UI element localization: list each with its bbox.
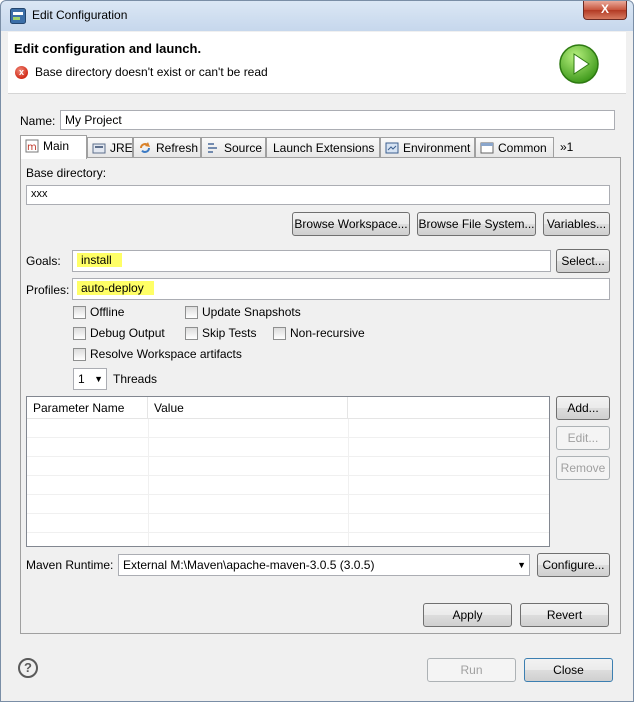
- svg-text:m: m: [27, 142, 37, 153]
- environment-icon: [385, 142, 399, 154]
- browse-file-system-button[interactable]: Browse File System...: [417, 212, 536, 236]
- apply-button[interactable]: Apply: [423, 603, 512, 627]
- tab-main-label: Main: [43, 139, 70, 153]
- tab-refresh-label: Refresh: [156, 141, 199, 155]
- debug-output-label: Debug Output: [90, 326, 165, 340]
- resolve-workspace-label: Resolve Workspace artifacts: [90, 347, 242, 361]
- tab-launch-extensions[interactable]: Launch Extensions: [266, 137, 380, 158]
- profiles-field[interactable]: auto-deploy: [72, 278, 610, 300]
- variables-button[interactable]: Variables...: [543, 212, 610, 236]
- remove-parameter-button[interactable]: Remove: [556, 456, 610, 480]
- goals-field[interactable]: install: [72, 250, 551, 272]
- threads-select[interactable]: 1 ▼: [73, 368, 107, 390]
- tab-main[interactable]: m Main: [20, 135, 87, 159]
- tab-refresh[interactable]: Refresh: [133, 137, 201, 158]
- window-close-button[interactable]: X: [583, 1, 627, 20]
- tab-overflow-label: »1: [560, 140, 574, 154]
- tab-common-label: Common: [498, 141, 547, 155]
- tab-source-label: Source: [224, 141, 263, 155]
- source-icon: [208, 143, 217, 153]
- table-row: [27, 495, 549, 514]
- profiles-label: Profiles:: [26, 283, 70, 297]
- tab-environment-label: Environment: [403, 141, 471, 155]
- tab-launch-extensions-label: Launch Extensions: [273, 141, 375, 155]
- eclipse-app-icon: [10, 8, 26, 24]
- maven-runtime-select[interactable]: External M:\Maven\apache-maven-3.0.5 (3.…: [118, 554, 530, 576]
- error-message: Base directory doesn't exist or can't be…: [35, 65, 268, 79]
- edit-configuration-dialog: Edit Configuration X Edit configuration …: [0, 0, 634, 702]
- tab-overflow[interactable]: »1: [554, 137, 586, 158]
- tab-source[interactable]: Source: [201, 137, 266, 158]
- help-icon[interactable]: ?: [18, 658, 38, 678]
- header-banner: Edit configuration and launch. x Base di…: [8, 32, 626, 94]
- maven-main-icon: m: [25, 139, 39, 153]
- name-label: Name:: [20, 114, 56, 128]
- table-header: Parameter Name Value: [27, 397, 549, 419]
- offline-label: Offline: [90, 305, 125, 319]
- skip-tests-label: Skip Tests: [202, 326, 257, 340]
- configure-runtime-button[interactable]: Configure...: [537, 553, 610, 577]
- dialog-footer: ? Run Close: [1, 641, 633, 701]
- revert-button[interactable]: Revert: [520, 603, 609, 627]
- tab-environment[interactable]: Environment: [380, 137, 475, 158]
- run-launch-icon: [559, 44, 599, 84]
- table-row: [27, 476, 549, 495]
- name-field[interactable]: My Project: [60, 110, 615, 130]
- debug-output-checkbox[interactable]: [73, 327, 86, 340]
- browse-workspace-button[interactable]: Browse Workspace...: [292, 212, 410, 236]
- tab-jre[interactable]: JRE: [87, 137, 133, 158]
- add-parameter-button[interactable]: Add...: [556, 396, 610, 420]
- table-row: [27, 438, 549, 457]
- offline-checkbox[interactable]: [73, 306, 86, 319]
- error-icon: x: [15, 66, 28, 79]
- run-button[interactable]: Run: [427, 658, 516, 682]
- main-tab-panel: Base directory: xxx Browse Workspace... …: [20, 157, 621, 634]
- main-area: Name: My Project m Main JRE Refresh Sour…: [8, 94, 626, 638]
- jre-icon: [92, 143, 106, 154]
- window-title: Edit Configuration: [32, 8, 128, 22]
- goals-value: install: [77, 253, 122, 267]
- threads-label: Threads: [113, 372, 158, 386]
- goals-select-button[interactable]: Select...: [556, 249, 610, 273]
- table-row: [27, 514, 549, 533]
- base-directory-label: Base directory:: [26, 166, 107, 180]
- threads-value: 1: [78, 372, 85, 386]
- maven-runtime-value: External M:\Maven\apache-maven-3.0.5 (3.…: [123, 558, 375, 572]
- chevron-down-icon: ▼: [517, 560, 526, 570]
- non-recursive-label: Non-recursive: [290, 326, 365, 340]
- tab-common[interactable]: Common: [475, 137, 554, 158]
- title-bar: Edit Configuration X: [1, 1, 633, 31]
- banner-title: Edit configuration and launch.: [14, 41, 202, 56]
- resolve-workspace-checkbox[interactable]: [73, 348, 86, 361]
- maven-runtime-label: Maven Runtime:: [26, 558, 114, 572]
- base-directory-field[interactable]: xxx: [26, 185, 610, 205]
- column-header-empty: [348, 397, 549, 419]
- table-row: [27, 419, 549, 438]
- common-icon: [480, 142, 494, 154]
- column-header-value[interactable]: Value: [148, 397, 348, 419]
- edit-parameter-button[interactable]: Edit...: [556, 426, 610, 450]
- column-header-parameter-name[interactable]: Parameter Name: [27, 397, 148, 419]
- profiles-value: auto-deploy: [77, 281, 154, 295]
- goals-label: Goals:: [26, 254, 61, 268]
- skip-tests-checkbox[interactable]: [185, 327, 198, 340]
- update-snapshots-label: Update Snapshots: [202, 305, 301, 319]
- parameters-table[interactable]: Parameter Name Value: [26, 396, 550, 547]
- table-row: [27, 457, 549, 476]
- refresh-icon: [140, 142, 150, 153]
- non-recursive-checkbox[interactable]: [273, 327, 286, 340]
- close-button[interactable]: Close: [524, 658, 613, 682]
- chevron-down-icon: ▼: [94, 374, 103, 384]
- tab-jre-label: JRE: [110, 141, 133, 155]
- update-snapshots-checkbox[interactable]: [185, 306, 198, 319]
